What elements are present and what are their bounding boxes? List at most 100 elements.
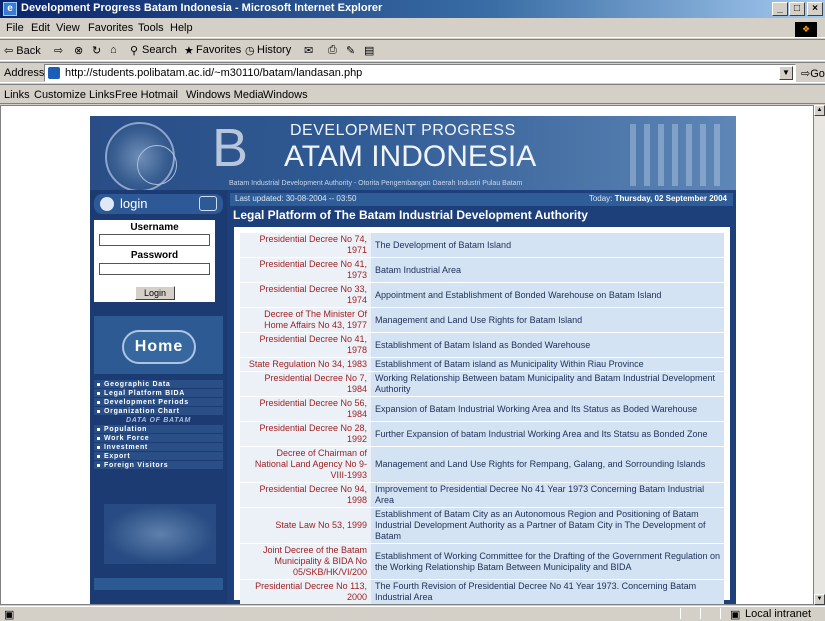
address-dropdown-icon[interactable]: ▼ [779,66,793,80]
home-link-button[interactable]: Home [122,330,196,364]
table-row: Presidential Decree No 7, 1984 Working Re… [240,371,724,397]
last-updated: Last updated: 30-08-2004 -- 03:50 [235,194,357,203]
links-bar: Links Customize Links Free Hotmail Windo… [0,84,825,104]
scroll-up-button[interactable]: ▲ [814,105,825,116]
menu-bar: File Edit View Favorites Tools Help ❖ [0,19,825,38]
address-url[interactable]: http://students.polibatam.ac.id/~m30110/… [65,67,362,79]
sidebar-footer [94,578,223,590]
menu-tools[interactable]: Tools [138,22,164,34]
edit-button[interactable]: ✎ [346,44,355,57]
username-input[interactable] [99,234,210,246]
password-input[interactable] [99,263,210,275]
print-button[interactable]: ⎙ [328,44,337,57]
page-status-icon: ▣ [4,609,15,621]
home-button[interactable]: ⌂ [110,44,117,56]
decree-name: Presidential Decree No 94, 1998 [240,482,371,508]
username-label: Username [130,222,179,233]
status-bar: ▣ ▣ Local intranet [0,606,825,621]
menu-favorites[interactable]: Favorites [88,22,133,34]
table-row: Joint Decree of the Batam Municipality &… [240,543,724,580]
back-button[interactable]: ⇦ Back [4,44,41,57]
window-icon [199,196,217,211]
stop-button[interactable]: ⊗ [74,44,83,57]
sidebar-nav-item[interactable]: Legal Platform BIDA [94,389,223,398]
table-row: Presidential Decree No 33, 1974 Appointme… [240,282,724,308]
minimize-button[interactable]: _ [772,2,788,16]
search-icon: ⚲ [130,45,139,57]
window-title: Development Progress Batam Indonesia - M… [21,2,383,14]
favorites-icon: ★ [184,45,194,57]
menu-help[interactable]: Help [170,22,193,34]
banner-letter-b: B [212,118,249,178]
table-row: Presidential Decree No 41, 1973 Batam Ind… [240,257,724,283]
forward-button[interactable]: ⇨ [54,44,63,57]
decree-subject: Expansion of Batam Industrial Working Ar… [371,396,724,422]
sidebar-nav-item[interactable]: Organization Chart [94,407,223,416]
table-row: Presidential Decree No 28, 1992 Further E… [240,421,724,447]
legal-platform-table: Presidential Decree No 74, 1971 The Devel… [240,233,724,604]
table-row: State Regulation No 34, 1983 Establishmen… [240,357,724,372]
decree-name: Presidential Decree No 74, 1971 [240,233,371,258]
today-label: Today: [588,194,613,203]
link-windows[interactable]: Windows [263,89,308,101]
login-form: Username Password Login [94,220,215,302]
favorites-button[interactable]: Favorites [196,44,241,56]
banner-batam-indonesia: ATAM INDONESIA [284,140,537,173]
history-button[interactable]: History [257,44,291,56]
sidebar-nav-item[interactable]: Population [94,425,223,434]
link-customize-links[interactable]: Customize Links [34,89,115,101]
address-input[interactable]: http://students.polibatam.ac.id/~m30110/… [44,64,796,82]
decree-subject: Appointment and Establishment of Bonded … [371,282,724,308]
sidebar-nav-item[interactable]: Export [94,452,223,461]
today-date: Today: Thursday, 02 September 2004 [589,194,727,203]
sidebar-nav: Geographic Data Legal Platform BIDA Develo… [94,380,223,470]
decree-name: Decree of Chairman of National Land Agen… [240,446,371,483]
links-label: Links [4,89,30,101]
decree-name: Presidential Decree No 33, 1974 [240,282,371,308]
login-header: login [94,194,223,214]
table-row: Decree of The Minister Of Home Affairs N… [240,307,724,333]
windows-logo-icon: ❖ [795,22,817,37]
today-value: Thursday, 02 September 2004 [614,194,727,203]
go-label: Go [810,68,825,80]
banner-graphic [630,124,725,186]
link-windows-media[interactable]: Windows Media [186,89,264,101]
discuss-button[interactable]: ▤ [364,44,374,57]
sidebar-nav-item[interactable]: Foreign Visitors [94,461,223,470]
mail-button[interactable]: ✉ [304,44,313,57]
maximize-button[interactable]: □ [789,2,805,16]
sidebar-nav-item[interactable]: Development Periods [94,398,223,407]
sidebar-nav-item[interactable]: Investment [94,443,223,452]
close-button[interactable]: × [807,2,823,16]
banner-development-progress: DEVELOPMENT PROGRESS [290,122,516,139]
decree-subject: The Fourth Revision of Presidential Decr… [371,579,724,604]
sidebar-nav-item[interactable]: Work Force [94,434,223,443]
status-separator [700,608,701,619]
vertical-scrollbar[interactable]: ▲ ▼ [814,105,825,605]
search-button[interactable]: Search [142,44,177,56]
menu-edit[interactable]: Edit [31,22,50,34]
left-sidebar: login Username Password Login Home Geogr… [90,190,227,604]
batam-page: B DEVELOPMENT PROGRESS ATAM INDONESIA Ba… [90,116,736,604]
menu-view[interactable]: View [56,22,80,34]
decree-subject: Batam Industrial Area [371,257,724,283]
page-icon [48,67,60,79]
standard-toolbar: ⇦ Back ⇨ ⊗ ↻ ⌂ ⚲ Search ★ Favorites ◷ Hi… [0,39,825,61]
login-button[interactable]: Login [135,286,175,300]
decree-subject: Establishment of Batam City as an Autono… [371,507,724,544]
menu-file[interactable]: File [6,22,24,34]
password-label: Password [130,250,179,261]
site-banner: B DEVELOPMENT PROGRESS ATAM INDONESIA Ba… [90,116,736,192]
table-row: Decree of Chairman of National Land Agen… [240,446,724,483]
ie-icon: e [3,2,17,16]
refresh-button[interactable]: ↻ [92,44,101,57]
login-icon [100,197,114,211]
decree-name: Decree of The Minister Of Home Affairs N… [240,307,371,333]
sidebar-nav-item[interactable]: Geographic Data [94,380,223,389]
scroll-down-button[interactable]: ▼ [814,594,825,605]
go-button[interactable]: ⇨Go [801,67,825,80]
decree-subject: Establishment of Working Committee for t… [371,543,724,580]
table-row: Presidential Decree No 74, 1971 The Devel… [240,233,724,258]
link-free-hotmail[interactable]: Free Hotmail [115,89,178,101]
history-icon: ◷ [245,45,255,57]
